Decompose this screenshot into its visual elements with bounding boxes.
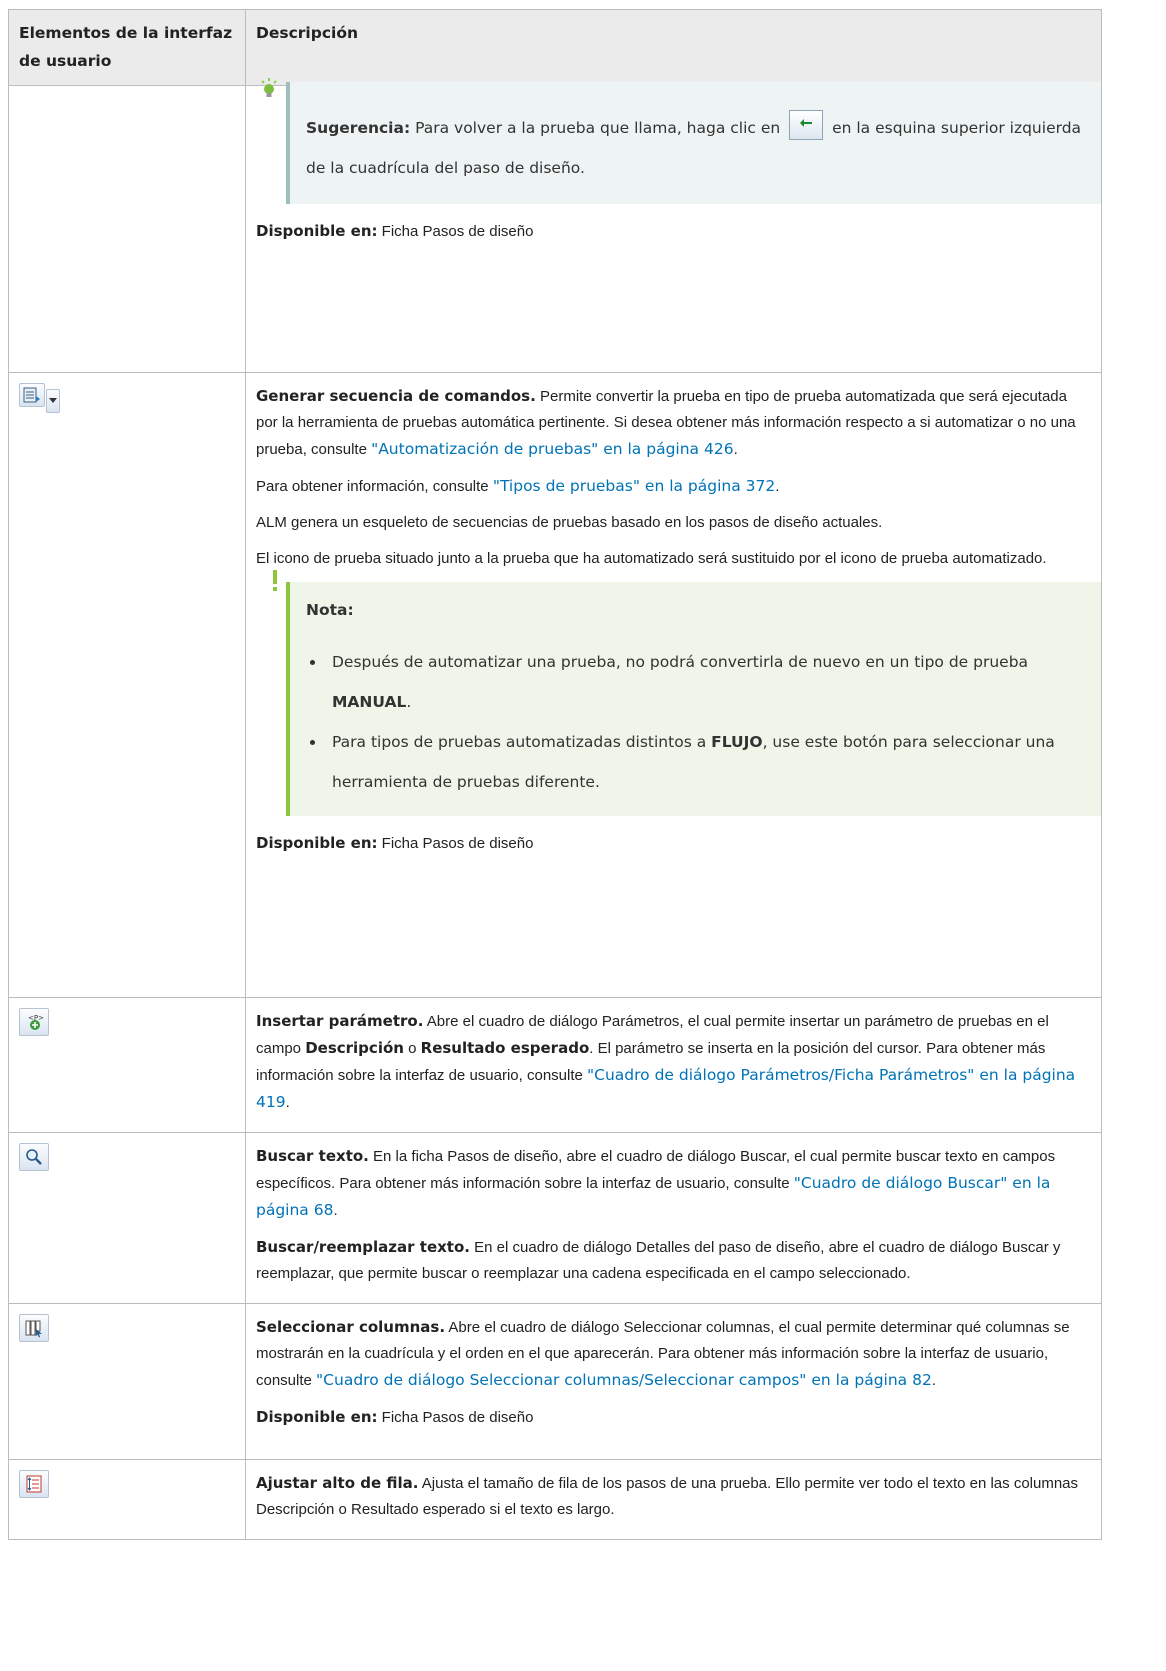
table-row: Generar secuencia de comandos. Permite c…: [8, 372, 1102, 998]
description-cell: Insertar parámetro. Abre el cuadro de di…: [245, 997, 1102, 1133]
description-cell: Ajustar alto de fila. Ajusta el tamaño d…: [245, 1459, 1102, 1540]
description-paragraph: Seleccionar columnas. Abre el cuadro de …: [256, 1318, 1070, 1389]
table-row: Ajustar alto de fila. Ajusta el tamaño d…: [8, 1459, 1102, 1540]
magnifier-icon: [19, 1143, 49, 1171]
note-list: Después de automatizar una prueba, no po…: [306, 642, 1089, 802]
link-seleccionar-columnas[interactable]: "Cuadro de diálogo Seleccionar columnas/…: [316, 1371, 932, 1389]
description-cell: Generar secuencia de comandos. Permite c…: [245, 372, 1102, 998]
back-arrow-icon: [789, 109, 824, 140]
description-paragraph: Para obtener información, consulte "Tipo…: [256, 477, 780, 495]
lightbulb-icon: [260, 74, 278, 114]
element-cell: [8, 1303, 246, 1460]
table-header-row: Elementos de la interfaz de usuario Desc…: [8, 9, 1102, 86]
tip-box: Sugerencia: Para volver a la prueba que …: [261, 78, 1101, 204]
table-row: Buscar texto. En la ficha Pasos de diseñ…: [8, 1132, 1102, 1304]
table-row: <P> Insertar parámetro. Abre el cuadro d…: [8, 997, 1102, 1133]
element-cell: [8, 372, 246, 998]
exclamation-icon: [272, 570, 277, 600]
chevron-down-icon[interactable]: [46, 389, 60, 413]
column-header-description: Descripción: [245, 9, 1102, 86]
description-paragraph: Buscar/reemplazar texto. En el cuadro de…: [256, 1238, 1061, 1282]
description-paragraph: Insertar parámetro. Abre el cuadro de di…: [256, 1012, 1076, 1111]
note-box: Nota: Después de automatizar una prueba,…: [273, 570, 1101, 816]
element-cell: [8, 1459, 246, 1540]
table-row: Seleccionar columnas. Abre el cuadro de …: [8, 1303, 1102, 1460]
table-row: Sugerencia: Para volver a la prueba que …: [8, 78, 1102, 373]
description-cell: Buscar texto. En la ficha Pasos de diseñ…: [245, 1132, 1102, 1304]
link-tipos-pruebas[interactable]: "Tipos de pruebas" en la página 372: [493, 477, 775, 495]
list-item: Después de automatizar una prueba, no po…: [326, 642, 1089, 722]
description-paragraph: Ajustar alto de fila. Ajusta el tamaño d…: [256, 1474, 1079, 1518]
ui-elements-table: Elementos de la interfaz de usuario Desc…: [8, 9, 1102, 1540]
link-automatizacion[interactable]: "Automatización de pruebas" en la página…: [371, 440, 733, 458]
adjust-row-height-icon: [19, 1470, 49, 1498]
description-paragraph: Generar secuencia de comandos. Permite c…: [256, 387, 1076, 458]
description-cell: Sugerencia: Para volver a la prueba que …: [245, 78, 1102, 373]
element-cell: [8, 1132, 246, 1304]
availability: Disponible en: Ficha Pasos de diseño: [256, 1408, 534, 1426]
description-paragraph: Buscar texto. En la ficha Pasos de diseñ…: [256, 1147, 1056, 1219]
note-title: Nota:: [306, 601, 354, 619]
description-paragraph: ALM genera un esqueleto de secuencias de…: [256, 514, 883, 531]
element-cell: <P>: [8, 997, 246, 1133]
list-item: Para tipos de pruebas automatizadas dist…: [326, 722, 1089, 802]
select-columns-icon: [19, 1314, 49, 1342]
availability: Disponible en: Ficha Pasos de diseño: [256, 834, 534, 852]
element-cell: [8, 85, 246, 373]
tip-label: Sugerencia:: [306, 119, 411, 137]
generate-script-icon: [19, 383, 45, 407]
description-cell: Seleccionar columnas. Abre el cuadro de …: [245, 1303, 1102, 1460]
tip-text-before: Para volver a la prueba que llama, haga …: [410, 119, 786, 137]
column-header-elements: Elementos de la interfaz de usuario: [8, 9, 246, 86]
availability: Disponible en: Ficha Pasos de diseño: [256, 222, 534, 240]
description-paragraph: El icono de prueba situado junto a la pr…: [256, 550, 1047, 567]
insert-parameter-icon: <P>: [19, 1008, 49, 1036]
